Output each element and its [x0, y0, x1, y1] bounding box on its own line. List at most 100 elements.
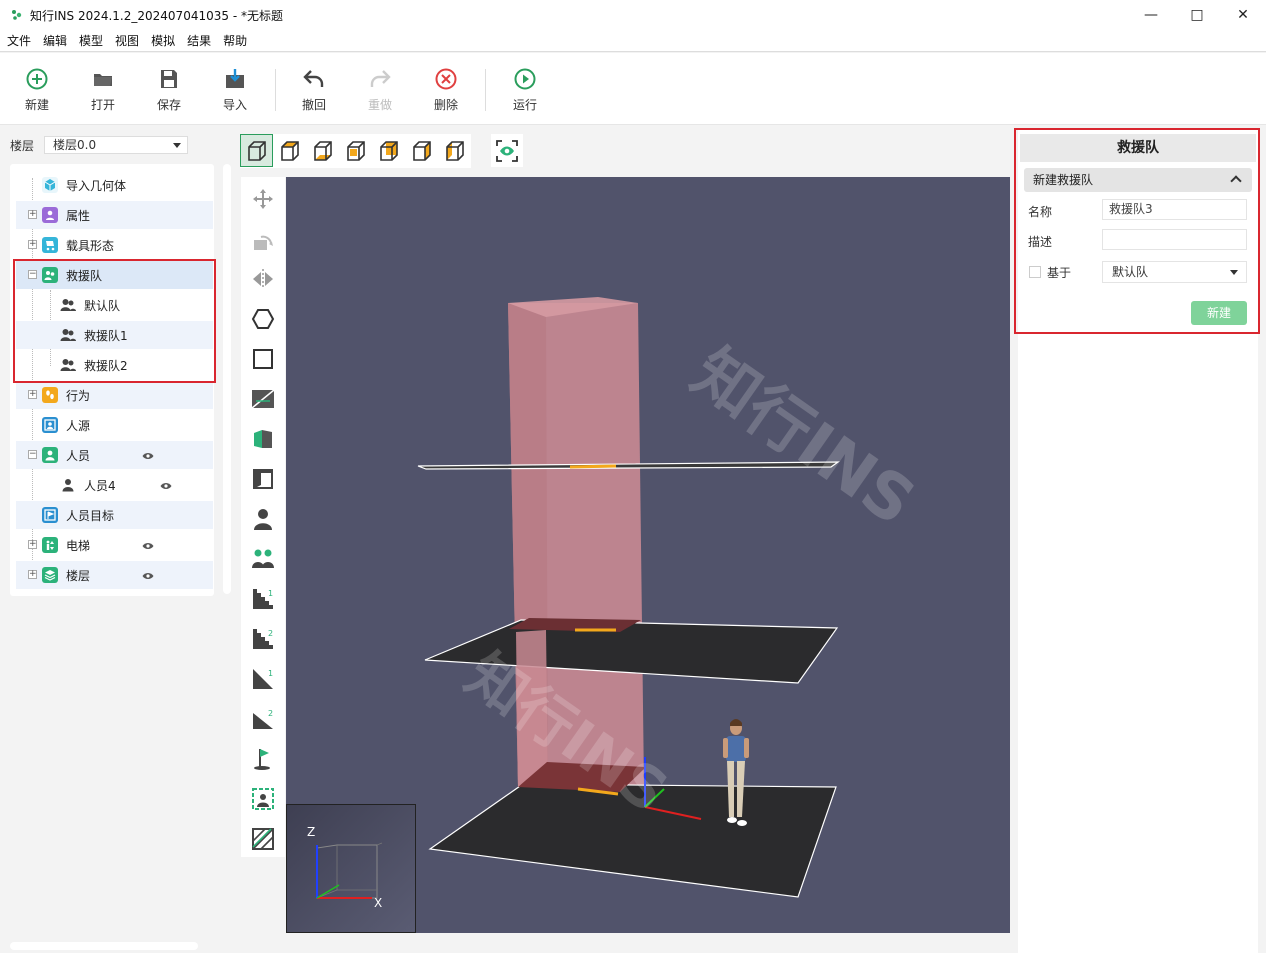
tree-item-people-source[interactable]: 人源 — [16, 411, 213, 439]
menu-results[interactable]: 结果 — [181, 32, 217, 49]
stairs-1-icon[interactable]: 1 — [251, 587, 275, 611]
redo-button[interactable]: 重做 — [360, 67, 400, 113]
hatch-area-icon[interactable] — [251, 827, 275, 851]
focus-view-button[interactable] — [491, 134, 523, 167]
tree-item-people-target[interactable]: 人员目标 — [16, 501, 213, 529]
caret-down-icon — [173, 143, 182, 148]
eye-icon[interactable] — [142, 542, 154, 550]
menu-view[interactable]: 视图 — [109, 32, 145, 49]
move-icon[interactable] — [251, 187, 275, 211]
expand-icon[interactable]: + — [28, 390, 37, 399]
close-button[interactable]: ✕ — [1220, 0, 1266, 30]
import-button[interactable]: 导入 — [215, 67, 255, 113]
maximize-button[interactable]: □ — [1174, 0, 1220, 30]
window-title: 知行INS 2024.1.2_202407041035 - *无标题 — [30, 8, 283, 23]
floor-dropdown[interactable]: 楼层0.0 — [44, 136, 189, 154]
polygon-icon[interactable] — [251, 307, 275, 331]
expand-icon[interactable]: + — [28, 210, 37, 219]
expand-icon[interactable]: + — [28, 240, 37, 249]
person-card-icon — [42, 207, 58, 223]
menu-file[interactable]: 文件 — [0, 32, 37, 49]
cube-icon — [42, 177, 58, 193]
wall-line-icon[interactable] — [251, 387, 275, 411]
tree-item-behavior[interactable]: + 行为 — [16, 381, 213, 409]
view-right-button[interactable] — [438, 134, 471, 167]
view-back-button[interactable] — [372, 134, 405, 167]
plus-circle-icon — [26, 68, 48, 90]
floor-selector-row: 楼层 楼层0.0 — [10, 136, 189, 154]
title-bar: 知行INS 2024.1.2_202407041035 - *无标题 — □ ✕ — [0, 0, 1266, 30]
run-button[interactable]: 运行 — [505, 67, 545, 113]
ramp-2-icon[interactable]: 2 — [251, 707, 275, 731]
cube-right-icon — [445, 140, 464, 161]
expand-icon[interactable]: + — [28, 570, 37, 579]
svg-text:1: 1 — [268, 669, 273, 678]
eye-icon[interactable] — [142, 452, 154, 460]
eye-icon[interactable] — [160, 482, 172, 490]
svg-text:2: 2 — [268, 629, 273, 638]
wall-box-icon[interactable] — [251, 427, 275, 451]
rotate-icon[interactable] — [251, 229, 275, 253]
cube-back-icon — [379, 140, 398, 161]
stair-shaft-lower — [516, 630, 548, 787]
view-bottom-button[interactable] — [306, 134, 339, 167]
rectangle-icon[interactable] — [251, 347, 275, 371]
add-person-icon[interactable] — [251, 507, 275, 531]
mirror-icon[interactable] — [251, 267, 275, 291]
tree-item-person-4[interactable]: 人员4 — [16, 471, 213, 499]
svg-text:1: 1 — [268, 589, 273, 598]
horizontal-scrollbar[interactable] — [10, 942, 198, 950]
redo-icon — [370, 70, 391, 87]
axis-x-label: X — [374, 896, 383, 910]
svg-text:2: 2 — [268, 709, 273, 718]
save-button[interactable]: 保存 — [149, 67, 189, 113]
person-icon — [60, 477, 76, 493]
new-button[interactable]: 新建 — [17, 67, 57, 113]
view-left-button[interactable] — [405, 134, 438, 167]
flag-card-icon — [42, 507, 58, 523]
stairs-2-icon[interactable]: 2 — [251, 627, 275, 651]
minimize-button[interactable]: — — [1128, 0, 1174, 30]
elevator-icon — [42, 537, 58, 553]
collapse-icon[interactable]: − — [28, 450, 37, 459]
menu-help[interactable]: 帮助 — [217, 32, 253, 49]
menu-model[interactable]: 模型 — [73, 32, 109, 49]
view-front-button[interactable] — [339, 134, 372, 167]
add-group-icon[interactable] — [251, 547, 275, 571]
floor-label: 楼层 — [10, 138, 35, 153]
cube-front-icon — [346, 140, 365, 161]
delete-button[interactable]: 删除 — [426, 67, 466, 113]
delete-circle-icon — [435, 68, 457, 90]
layers-icon — [42, 567, 58, 583]
tree-item-elevator[interactable]: + 电梯 — [16, 531, 213, 559]
cube-top-icon — [280, 140, 299, 161]
floor-1-slab — [428, 783, 837, 898]
tree-item-attributes[interactable]: + 属性 — [16, 201, 213, 229]
toolbar-separator — [485, 69, 486, 111]
eye-icon[interactable] — [142, 572, 154, 580]
folder-icon — [94, 74, 112, 86]
tree-item-people[interactable]: − 人员 — [16, 441, 213, 469]
tree-item-floors[interactable]: + 楼层 — [16, 561, 213, 589]
tree-scrollbar[interactable] — [223, 164, 231, 594]
person-icon — [42, 447, 58, 463]
undo-icon — [303, 70, 324, 87]
door-icon[interactable] — [251, 467, 275, 491]
tree-item-import-geometry[interactable]: 导入几何体 — [16, 171, 213, 199]
open-button[interactable]: 打开 — [83, 67, 123, 113]
toolbar-separator — [275, 69, 276, 111]
people-source-tool-icon[interactable] — [251, 787, 275, 811]
menu-edit[interactable]: 编辑 — [37, 32, 73, 49]
target-flag-icon[interactable] — [251, 747, 275, 771]
axis-z-label: Z — [307, 825, 316, 839]
tree-item-vehicle-shape[interactable]: + 载具形态 — [16, 231, 213, 259]
axis-triad: Z X — [286, 804, 416, 933]
ramp-1-icon[interactable]: 1 — [251, 667, 275, 691]
menu-simulate[interactable]: 模拟 — [145, 32, 181, 49]
undo-button[interactable]: 撤回 — [294, 67, 334, 113]
highlight-box — [13, 259, 216, 383]
3d-viewport[interactable]: 知行INS 知行INS Z X — [286, 177, 1010, 933]
expand-icon[interactable]: + — [28, 540, 37, 549]
view-top-button[interactable] — [273, 134, 306, 167]
view-3d-button[interactable] — [240, 134, 273, 167]
